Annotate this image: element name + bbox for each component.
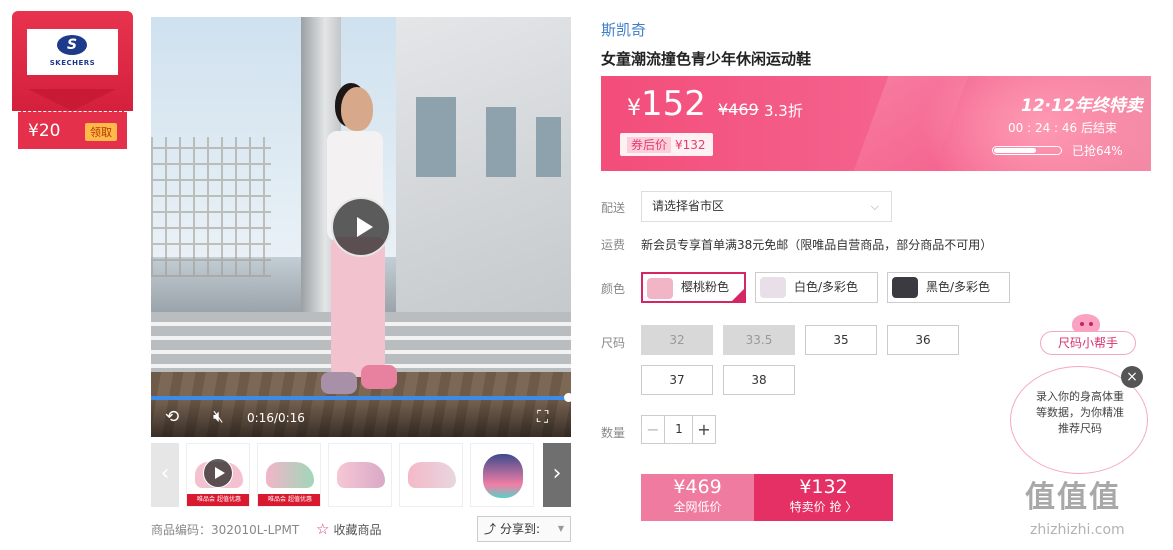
special-price: ¥132 bbox=[799, 476, 848, 498]
video-scene-scaffold bbox=[151, 137, 271, 277]
product-title: 女童潮流撞色青少年休闲运动鞋 bbox=[601, 50, 812, 68]
fullscreen-icon[interactable]: ⛶ bbox=[537, 407, 548, 427]
color-name: 白色/多彩色 bbox=[794, 280, 859, 294]
share-button[interactable]: ⤴ 分享到: ▼ bbox=[477, 516, 571, 542]
original-price: ¥469 bbox=[718, 100, 759, 119]
promo-countdown: 00 : 24 : 46 后结束 bbox=[1008, 121, 1117, 135]
color-label: 颜色 bbox=[601, 282, 626, 296]
thumb-image[interactable]: 唯品会 超值优惠 bbox=[257, 443, 321, 507]
color-swatch bbox=[760, 277, 786, 298]
color-swatch bbox=[892, 277, 918, 298]
video-progress-bar[interactable] bbox=[151, 393, 571, 402]
size-option-38[interactable]: 38 bbox=[723, 365, 795, 395]
size-label: 尺码 bbox=[601, 336, 626, 350]
thumb-play-icon bbox=[203, 458, 233, 488]
quantity-value[interactable]: 1 bbox=[665, 416, 693, 443]
product-code: 商品编码：302010L-LPMT bbox=[151, 523, 300, 537]
plus-button[interactable]: + bbox=[692, 416, 715, 443]
shipping-info: 新会员专享首单满38元免邮（限唯品自营商品，部分商品不可用） bbox=[641, 238, 993, 252]
thumb-image[interactable] bbox=[328, 443, 392, 507]
share-icon: ⤴ bbox=[484, 522, 497, 536]
normal-price-button[interactable]: ¥469 全网低价 bbox=[641, 474, 754, 521]
logo-text: SKECHERS bbox=[49, 59, 96, 67]
size-helper-title[interactable]: 尺码小帮手 bbox=[1040, 331, 1136, 355]
color-name: 樱桃粉色 bbox=[681, 280, 730, 294]
promo-title: 12·12年终特卖 bbox=[1021, 96, 1143, 116]
video-progress-knob[interactable] bbox=[564, 393, 571, 402]
skechers-logo: S SKECHERS bbox=[27, 29, 118, 75]
thumb-tag: 唯品会 超值优惠 bbox=[258, 494, 320, 506]
minus-button[interactable]: − bbox=[642, 416, 665, 443]
normal-price: ¥469 bbox=[673, 476, 722, 498]
product-video[interactable]: ⟲ 🔇︎ 0:16/0:16 ⛶ bbox=[151, 17, 571, 437]
size-option-33-5: 33.5 bbox=[723, 325, 795, 355]
price-banner: ¥152 ¥469 3.3折 券后价 ¥132 12·12年终特卖 00 : 24… bbox=[601, 76, 1151, 171]
normal-price-label: 全网低价 bbox=[673, 500, 722, 514]
size-option-37[interactable]: 37 bbox=[641, 365, 713, 395]
selected-check-icon bbox=[731, 288, 745, 302]
delivery-label: 配送 bbox=[601, 201, 626, 215]
thumb-video[interactable]: 唯品会 超值优惠 bbox=[186, 443, 250, 507]
thumb-next-button[interactable]: › bbox=[543, 443, 571, 507]
region-select-value: 请选择省市区 bbox=[652, 199, 725, 213]
discount-rate: 3.3折 bbox=[764, 102, 803, 120]
color-option-black-multi[interactable]: 黑色/多彩色 bbox=[887, 272, 1010, 303]
sold-progress-fill bbox=[994, 148, 1036, 153]
video-scene-building bbox=[396, 17, 571, 317]
mascot-icon bbox=[1070, 308, 1102, 334]
share-label: 分享到: bbox=[500, 522, 541, 536]
current-price: ¥152 bbox=[627, 84, 706, 124]
coupon-notch bbox=[28, 89, 116, 111]
watermark-logo: 值值值 bbox=[1025, 480, 1121, 515]
size-option-36[interactable]: 36 bbox=[887, 325, 959, 355]
shipping-label: 运费 bbox=[601, 238, 626, 252]
region-select[interactable]: 请选择省市区 ⌵ bbox=[641, 191, 892, 222]
dropdown-icon: ▼ bbox=[557, 524, 564, 533]
quantity-stepper: − 1 + bbox=[641, 415, 716, 444]
thumb-image[interactable] bbox=[399, 443, 463, 507]
size-option-35[interactable]: 35 bbox=[805, 325, 877, 355]
thumb-prev-button[interactable]: ‹ bbox=[151, 443, 179, 507]
thumb-image[interactable] bbox=[470, 443, 534, 507]
size-option-32: 32 bbox=[641, 325, 713, 355]
color-swatch bbox=[647, 278, 673, 299]
sold-progress-bar bbox=[992, 146, 1062, 155]
quantity-label: 数量 bbox=[601, 426, 626, 440]
favorite-button[interactable]: ☆ 收藏商品 bbox=[316, 520, 381, 538]
coupon-footer: ¥20 领取 bbox=[18, 111, 127, 149]
video-time: 0:16/0:16 bbox=[247, 411, 305, 425]
logo-letter: S bbox=[57, 35, 87, 55]
sold-percent: 已抢64% bbox=[1072, 144, 1123, 158]
color-option-white-multi[interactable]: 白色/多彩色 bbox=[755, 272, 878, 303]
favorite-label: 收藏商品 bbox=[333, 523, 382, 537]
special-price-label: 特卖价 抢 〉 bbox=[789, 500, 858, 514]
coupon-get-button[interactable]: 领取 bbox=[85, 123, 117, 141]
size-helper-text: 录入你的身高体重等数据，为你精准推荐尺码 bbox=[1036, 390, 1124, 435]
buy-now-button[interactable]: ¥132 特卖价 抢 〉 bbox=[754, 474, 893, 521]
brand-coupon[interactable]: S SKECHERS ¥20 领取 bbox=[12, 11, 133, 149]
watermark-url: zhizhizhi.com bbox=[1030, 522, 1125, 538]
replay-icon[interactable]: ⟲ bbox=[165, 407, 179, 427]
color-option-cherry-pink[interactable]: 樱桃粉色 bbox=[641, 272, 746, 303]
color-name: 黑色/多彩色 bbox=[926, 280, 991, 294]
close-icon[interactable]: × bbox=[1121, 366, 1143, 388]
thumb-tag: 唯品会 超值优惠 bbox=[187, 494, 249, 506]
coupon-price-badge: 券后价 ¥132 bbox=[620, 133, 713, 156]
coupon-amount: ¥20 bbox=[28, 121, 61, 141]
chevron-down-icon: ⌵ bbox=[870, 200, 879, 213]
brand-link[interactable]: 斯凯奇 bbox=[601, 19, 646, 40]
mute-icon[interactable]: 🔇︎ bbox=[213, 407, 224, 427]
star-icon: ☆ bbox=[316, 520, 330, 538]
video-play-button[interactable] bbox=[331, 197, 391, 257]
